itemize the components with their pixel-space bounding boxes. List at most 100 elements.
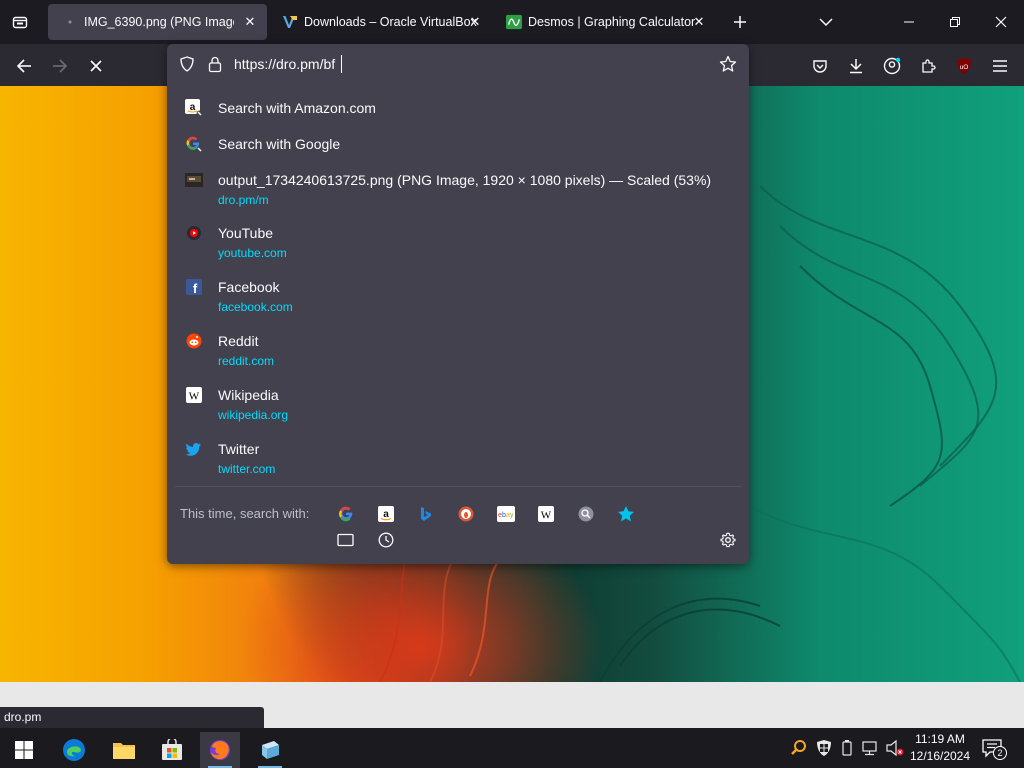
tray-volume-muted-icon[interactable] [885,739,905,757]
tray-network-icon[interactable] [861,739,879,757]
start-button[interactable] [4,732,44,768]
tab-desmos[interactable]: Desmos | Graphing Calculator ✕ [500,4,716,40]
tab-virtualbox-downloads[interactable]: Downloads – Oracle VirtualBox ✕ [276,4,492,40]
suggestion-google-search[interactable]: Search with Google [167,126,749,162]
downloads-button[interactable] [842,52,870,80]
ebay-icon: ebay [497,506,515,522]
taskbar-firefox[interactable] [200,732,240,768]
tab-close-icon[interactable]: ✕ [466,13,484,31]
suggestion-youtube[interactable]: YouTube youtube.com [167,216,749,268]
extensions-button[interactable] [914,52,942,80]
store-icon [162,739,182,760]
engine-bing-button[interactable] [414,502,438,526]
tabs-icon [337,533,354,547]
chevron-down-icon [819,18,833,27]
engine-search-button[interactable] [574,502,598,526]
stop-button[interactable] [82,52,110,80]
restore-button[interactable] [940,8,970,36]
suggestion-twitter[interactable]: Twitter twitter.com [167,432,749,484]
gear-icon [720,532,736,548]
windows-taskbar: 11:19 AM 12/16/2024 2 [0,728,1024,768]
facebook-icon: f [185,278,203,296]
suggestion-title: output_1734240613725.png (PNG Image, 192… [218,172,712,188]
text-caret [341,55,342,73]
taskbar-virtualbox[interactable] [250,732,290,768]
lock-icon[interactable] [207,55,223,73]
suggestion-reddit[interactable]: Reddit reddit.com [167,324,749,376]
suggestion-title: Wikipedia [218,387,279,403]
pocket-icon [813,60,827,73]
stop-icon [90,60,102,72]
plus-icon [734,16,746,28]
taskbar-edge[interactable] [54,732,94,768]
history-mode-button[interactable] [374,528,398,552]
image-thumbnail-icon [185,171,203,189]
app-menu-button[interactable] [986,52,1014,80]
tray-battery-icon[interactable] [840,739,854,757]
duckduckgo-icon [458,506,474,522]
search-with-label: This time, search with: [180,506,310,521]
svg-text:W: W [541,510,552,522]
taskbar-file-explorer[interactable] [104,732,144,768]
suggestion-history-image[interactable]: output_1734240613725.png (PNG Image, 192… [167,162,749,212]
suggestion-amazon-search[interactable]: a Search with Amazon.com [167,90,749,126]
status-panel: dro.pm [0,707,264,728]
ublock-button[interactable]: uO [950,52,978,80]
clock-time: 11:19 AM [915,732,965,746]
edge-icon [63,739,85,761]
tray-security-icon[interactable] [815,739,833,757]
close-window-button[interactable] [986,8,1016,36]
shield-icon[interactable] [179,56,195,72]
bing-icon [421,507,431,521]
suggestion-facebook[interactable]: f Facebook facebook.com [167,270,749,322]
suggestion-title: Facebook [218,279,280,295]
url-input[interactable]: https://dro.pm/bf [234,56,335,72]
close-icon [995,16,1007,28]
taskbar-store[interactable] [152,732,192,768]
youtube-icon [185,224,203,242]
firefox-view-button[interactable] [6,8,34,36]
tab-close-icon[interactable]: ✕ [690,13,708,31]
bookmark-star-icon[interactable] [719,55,737,73]
engine-bookmarks-button[interactable] [614,502,638,526]
account-button[interactable] [878,52,906,80]
engine-ebay-button[interactable]: ebay [494,502,518,526]
engine-amazon-button[interactable]: a [374,502,398,526]
clock-date: 12/16/2024 [909,749,971,763]
svg-text:y: y [510,512,514,519]
notification-center-button[interactable]: 2 [982,738,1008,760]
arrow-left-icon [16,59,31,73]
tab-title: Downloads – Oracle VirtualBox [304,15,477,29]
wikipedia-icon: W [538,506,554,522]
suggestion-url: twitter.com [218,462,276,476]
suggestion-url: dro.pm/m [218,193,269,207]
engine-wikipedia-button[interactable]: W [534,502,558,526]
url-bar[interactable]: https://dro.pm/bf [167,44,749,84]
wikipedia-icon: W [185,386,203,404]
forward-button[interactable] [46,52,74,80]
engine-duckduckgo-button[interactable] [454,502,478,526]
suggestion-title: YouTube [218,225,274,241]
search-settings-button[interactable] [716,528,740,552]
amazon-icon: a [378,506,394,522]
svg-text:f: f [193,281,198,295]
puzzle-icon [922,59,936,73]
tab-img-6390[interactable]: IMG_6390.png (PNG Image, 192 ✕ [48,4,267,40]
minimize-button[interactable] [894,8,924,36]
tab-title: Desmos | Graphing Calculator [528,15,696,29]
tabs-mode-button[interactable] [334,528,358,552]
arrow-right-icon [53,59,68,73]
windows-logo-icon [15,741,33,759]
star-icon [618,506,634,522]
tray-search-icon[interactable] [790,739,808,757]
tray-clock[interactable]: 11:19 AM 12/16/2024 [908,731,972,765]
suggestion-wikipedia[interactable]: W Wikipedia wikipedia.org [167,378,749,430]
tab-close-icon[interactable]: ✕ [241,13,259,31]
list-all-tabs-button[interactable] [812,8,840,36]
pocket-button[interactable] [806,52,834,80]
back-button[interactable] [10,52,38,80]
new-tab-button[interactable] [726,8,754,36]
loading-dot-icon [62,14,78,30]
engine-google-button[interactable] [334,502,358,526]
google-search-icon [185,135,203,153]
